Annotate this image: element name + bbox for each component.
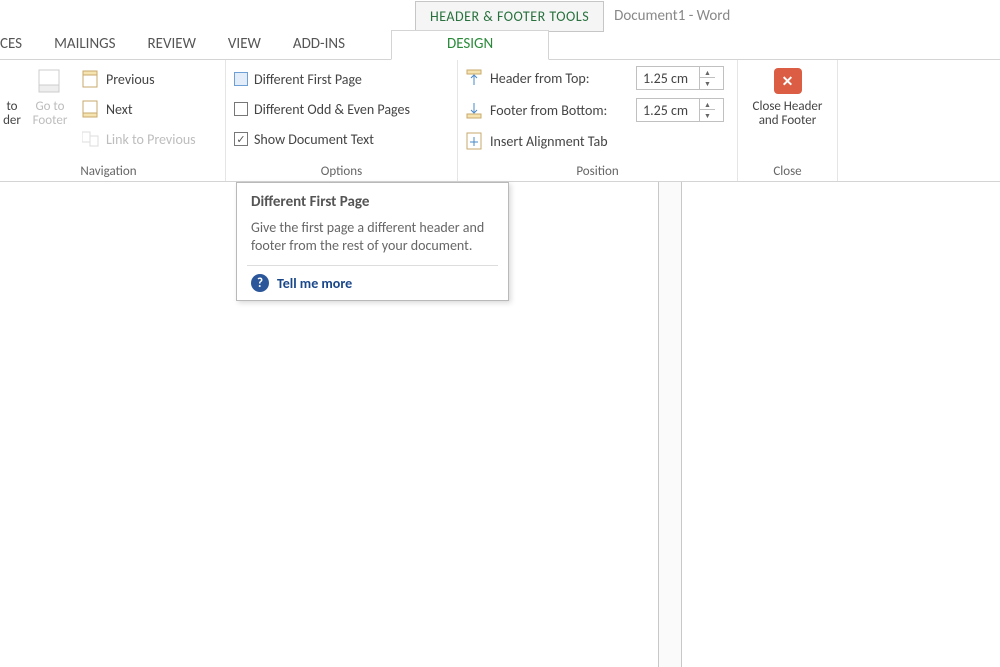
goto-header-button[interactable]: to der: [0, 64, 24, 128]
group-close: ✕ Close Header and Footer Close: [738, 60, 838, 181]
page-gap: [658, 182, 682, 667]
different-odd-even-checkbox[interactable]: Different Odd & Even Pages: [234, 96, 410, 122]
help-icon: ?: [251, 274, 269, 292]
previous-icon: [82, 70, 100, 88]
goto-footer-label-2: Footer: [33, 113, 68, 128]
footer-bottom-icon: [466, 101, 484, 119]
goto-footer-label-1: Go to: [35, 99, 64, 114]
group-options: Different First Page Different Odd & Eve…: [226, 60, 458, 181]
tab-addins[interactable]: ADD-INS: [277, 31, 361, 59]
previous-button[interactable]: Previous: [82, 66, 196, 92]
spinner-up-icon[interactable]: ▲: [700, 67, 715, 78]
header-from-top-input[interactable]: [637, 70, 699, 87]
different-first-page-label: Different First Page: [254, 71, 362, 88]
super-tooltip: Different First Page Give the first page…: [236, 182, 509, 301]
close-icon: ✕: [773, 66, 803, 96]
different-first-page-checkbox[interactable]: Different First Page: [234, 66, 410, 92]
next-icon: [82, 100, 100, 118]
checkbox-icon: [234, 102, 248, 116]
group-close-label: Close: [746, 162, 829, 179]
tooltip-title: Different First Page: [251, 193, 494, 211]
group-position-label: Position: [466, 162, 729, 179]
group-navigation-label: Navigation: [0, 162, 217, 179]
link-to-previous-label: Link to Previous: [106, 131, 196, 148]
footer-icon: [35, 66, 65, 96]
close-label-2: and Footer: [759, 113, 817, 128]
footer-from-bottom-label: Footer from Bottom:: [490, 102, 630, 119]
goto-header-label-1: to: [6, 99, 17, 114]
next-label: Next: [106, 101, 133, 118]
goto-header-label-2: der: [3, 113, 21, 128]
footer-from-bottom-spinner[interactable]: ▲ ▼: [636, 98, 724, 122]
tooltip-body: Give the first page a different header a…: [251, 219, 494, 255]
tab-review[interactable]: REVIEW: [131, 31, 211, 59]
checkbox-icon: [234, 72, 248, 86]
link-icon: [82, 130, 100, 148]
different-odd-even-label: Different Odd & Even Pages: [254, 101, 410, 118]
spinner-down-icon[interactable]: ▼: [700, 110, 715, 121]
header-from-top-spinner[interactable]: ▲ ▼: [636, 66, 724, 90]
next-button[interactable]: Next: [82, 96, 196, 122]
header-from-top-label: Header from Top:: [490, 70, 630, 87]
tab-mailings[interactable]: MAILINGS: [38, 31, 131, 59]
ribbon: to der Go to Footer: [0, 60, 1000, 182]
show-document-text-label: Show Document Text: [254, 131, 374, 148]
document-area: Different First Page Give the first page…: [0, 182, 1000, 667]
ribbon-tabstrip: CES MAILINGS REVIEW VIEW ADD-INS DESIGN: [0, 32, 1000, 60]
tab-references-partial[interactable]: CES: [0, 31, 38, 59]
link-to-previous-button[interactable]: Link to Previous: [82, 126, 196, 152]
contextual-tool-tab: HEADER & FOOTER TOOLS: [415, 1, 604, 32]
previous-label: Previous: [106, 71, 155, 88]
tab-design[interactable]: DESIGN: [391, 30, 549, 60]
checkbox-checked-icon: ✓: [234, 132, 248, 146]
alignment-tab-icon: [466, 132, 484, 150]
goto-footer-button[interactable]: Go to Footer: [24, 64, 76, 128]
group-navigation: to der Go to Footer: [0, 60, 226, 181]
tell-me-more-link[interactable]: ? Tell me more: [251, 274, 494, 292]
group-options-label: Options: [234, 162, 449, 179]
close-label-1: Close Header: [753, 99, 823, 114]
tell-me-more-label: Tell me more: [277, 275, 352, 292]
footer-from-bottom-input[interactable]: [637, 102, 699, 119]
insert-alignment-tab-button[interactable]: Insert Alignment Tab: [466, 128, 724, 154]
document-title: Document1 - Word: [614, 7, 730, 25]
tab-view[interactable]: VIEW: [212, 31, 277, 59]
titlebar: HEADER & FOOTER TOOLS Document1 - Word: [0, 0, 1000, 32]
header-top-icon: [466, 69, 484, 87]
spinner-up-icon[interactable]: ▲: [700, 99, 715, 110]
group-position: Header from Top: ▲ ▼ Footer from Bottom:: [458, 60, 738, 181]
separator: [247, 265, 498, 266]
close-header-footer-button[interactable]: ✕ Close Header and Footer: [746, 64, 829, 128]
show-document-text-checkbox[interactable]: ✓ Show Document Text: [234, 126, 410, 152]
spinner-down-icon[interactable]: ▼: [700, 78, 715, 89]
insert-alignment-tab-label: Insert Alignment Tab: [490, 133, 608, 150]
